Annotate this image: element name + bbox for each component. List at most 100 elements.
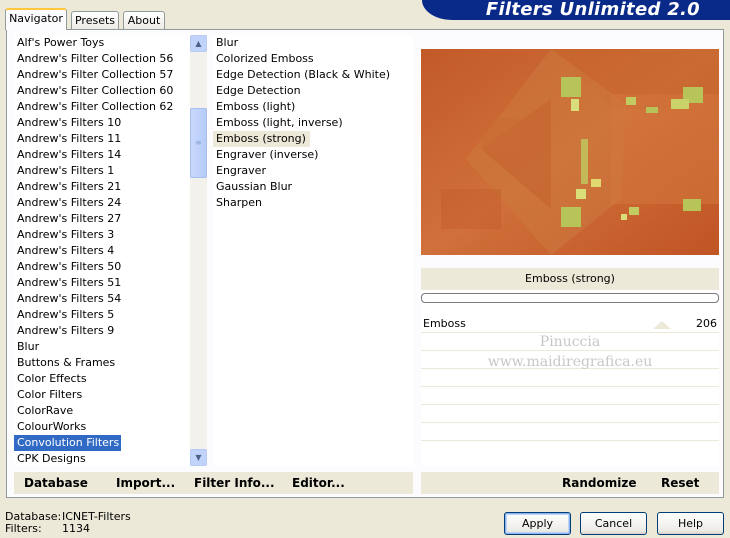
help-button-label: Help bbox=[677, 517, 704, 530]
scroll-thumb[interactable]: ≡ bbox=[190, 108, 207, 178]
filter-control-area: Emboss (strong) Emboss 206 Pinuccia www.… bbox=[421, 268, 719, 466]
category-item[interactable]: Andrew's Filters 21 bbox=[14, 179, 190, 195]
filter-preview-image bbox=[421, 49, 719, 255]
filter-item[interactable]: Edge Detection (Black & White) bbox=[213, 67, 390, 83]
filter-item[interactable]: Emboss (light, inverse) bbox=[213, 115, 343, 131]
param-row bbox=[421, 369, 719, 387]
category-item[interactable]: Andrew's Filter Collection 62 bbox=[14, 99, 190, 115]
reset-button[interactable]: Reset bbox=[661, 476, 699, 490]
filters-count-value: 1134 bbox=[62, 522, 90, 535]
filters-count-label: Filters: bbox=[5, 522, 42, 535]
category-item[interactable]: ColourWorks bbox=[14, 419, 190, 435]
progress-bar bbox=[421, 293, 719, 303]
filter-row[interactable]: Engraver bbox=[213, 163, 413, 179]
database-button[interactable]: Database bbox=[24, 476, 88, 490]
category-list[interactable]: Alf's Power Toys Andrew's Filter Collecti… bbox=[14, 35, 190, 466]
category-scrollbar[interactable]: ▲ ≡ ▼ bbox=[190, 35, 207, 466]
preview-emboss-graphic bbox=[421, 49, 719, 255]
category-item[interactable]: Andrew's Filters 51 bbox=[14, 275, 190, 291]
editor-button-label: Editor... bbox=[292, 476, 345, 490]
category-item[interactable]: Andrew's Filters 27 bbox=[14, 211, 190, 227]
filter-list[interactable]: Blur Colorized Emboss Edge Detection (Blac… bbox=[213, 35, 413, 466]
category-item[interactable]: Andrew's Filters 3 bbox=[14, 227, 190, 243]
filter-row[interactable]: Blur bbox=[213, 35, 413, 51]
navigator-panel: Alf's Power Toys Andrew's Filter Collecti… bbox=[6, 29, 724, 498]
category-item[interactable]: Convolution Filters bbox=[14, 435, 122, 451]
filter-row[interactable]: Emboss (light) bbox=[213, 99, 413, 115]
emboss-slider-row[interactable]: Emboss 206 bbox=[421, 315, 719, 333]
randomize-button[interactable]: Randomize bbox=[562, 476, 636, 490]
tab-presets-label: Presets bbox=[74, 14, 116, 27]
filter-row[interactable]: Sharpen bbox=[213, 195, 413, 211]
category-item[interactable]: CPK Designs bbox=[14, 451, 190, 466]
category-item[interactable]: Andrew's Filters 50 bbox=[14, 259, 190, 275]
filter-row[interactable]: Edge Detection (Black & White) bbox=[213, 67, 413, 83]
category-item[interactable]: Andrew's Filter Collection 60 bbox=[14, 83, 190, 99]
tab-navigator-label: Navigator bbox=[9, 12, 63, 25]
category-item[interactable]: Color Effects bbox=[14, 371, 190, 387]
apply-button[interactable]: Apply bbox=[504, 512, 571, 535]
category-item[interactable]: Andrew's Filters 4 bbox=[14, 243, 190, 259]
randomize-button-label: Randomize bbox=[562, 476, 637, 490]
filter-row[interactable]: Edge Detection bbox=[213, 83, 413, 99]
emboss-label: Emboss bbox=[423, 317, 466, 330]
param-row bbox=[421, 387, 719, 405]
watermark-line-1: Pinuccia bbox=[539, 334, 601, 350]
category-item[interactable]: Andrew's Filters 54 bbox=[14, 291, 190, 307]
filter-info-button-label: Filter Info... bbox=[194, 476, 275, 490]
category-item[interactable]: Andrew's Filter Collection 57 bbox=[14, 67, 190, 83]
category-item[interactable]: Andrew's Filters 14 bbox=[14, 147, 190, 163]
filter-row[interactable]: Emboss (light, inverse) bbox=[213, 115, 413, 131]
database-info: Database:ICNET-Filters Filters: 1134 bbox=[5, 511, 131, 535]
param-row bbox=[421, 423, 719, 441]
filter-row[interactable]: Colorized Emboss bbox=[213, 51, 413, 67]
scroll-down-icon[interactable]: ▼ bbox=[190, 449, 207, 466]
param-row bbox=[421, 405, 719, 423]
tab-presets[interactable]: Presets bbox=[71, 11, 119, 29]
category-item[interactable]: Andrew's Filters 10 bbox=[14, 115, 190, 131]
filter-row[interactable]: Gaussian Blur bbox=[213, 179, 413, 195]
category-item[interactable]: Andrew's Filters 9 bbox=[14, 323, 190, 339]
emboss-value[interactable]: 206 bbox=[696, 315, 717, 333]
left-button-bar: Database Import... Filter Info... Editor… bbox=[14, 472, 413, 494]
category-item[interactable]: Buttons & Frames bbox=[14, 355, 190, 371]
watermark: Pinuccia www.maidiregrafica.eu bbox=[421, 334, 719, 370]
category-item[interactable]: Andrew's Filters 11 bbox=[14, 131, 190, 147]
filter-item[interactable]: Sharpen bbox=[213, 195, 262, 211]
filter-row[interactable]: Emboss (strong) bbox=[213, 131, 413, 147]
database-button-label: Database bbox=[24, 476, 88, 490]
filter-item[interactable]: Emboss (light) bbox=[213, 99, 295, 115]
filter-item[interactable]: Engraver (inverse) bbox=[213, 147, 318, 163]
scroll-up-icon[interactable]: ▲ bbox=[190, 35, 207, 52]
import-button-label: Import... bbox=[116, 476, 176, 490]
cancel-button[interactable]: Cancel bbox=[580, 512, 647, 535]
help-button[interactable]: Help bbox=[657, 512, 724, 535]
category-item[interactable]: Blur bbox=[14, 339, 190, 355]
title-banner-text: Filters Unlimited 2.0 bbox=[485, 0, 700, 20]
filter-item[interactable]: Gaussian Blur bbox=[213, 179, 292, 195]
filter-item[interactable]: Engraver bbox=[213, 163, 266, 179]
right-button-bar: Randomize Reset bbox=[421, 472, 719, 494]
editor-button[interactable]: Editor... bbox=[292, 476, 345, 490]
category-item[interactable]: ColorRave bbox=[14, 403, 190, 419]
cancel-button-label: Cancel bbox=[594, 517, 633, 530]
category-item[interactable]: Andrew's Filters 1 bbox=[14, 163, 190, 179]
filter-row[interactable]: Engraver (inverse) bbox=[213, 147, 413, 163]
import-button[interactable]: Import... bbox=[116, 476, 175, 490]
category-item[interactable]: Andrew's Filter Collection 56 bbox=[14, 51, 190, 67]
filter-item[interactable]: Colorized Emboss bbox=[213, 51, 314, 67]
watermark-line-2: www.maidiregrafica.eu bbox=[487, 354, 653, 370]
filter-info-button[interactable]: Filter Info... bbox=[194, 476, 275, 490]
filter-item[interactable]: Edge Detection bbox=[213, 83, 301, 99]
filter-item[interactable]: Blur bbox=[213, 35, 238, 51]
category-item[interactable]: Andrew's Filters 5 bbox=[14, 307, 190, 323]
reset-button-label: Reset bbox=[661, 476, 700, 490]
category-item[interactable]: Color Filters bbox=[14, 387, 190, 403]
tab-about-label: About bbox=[127, 14, 161, 27]
tab-navigator[interactable]: Navigator bbox=[5, 8, 67, 30]
filter-title: Emboss (strong) bbox=[421, 268, 719, 290]
category-item[interactable]: Alf's Power Toys bbox=[14, 35, 190, 51]
tab-about[interactable]: About bbox=[123, 11, 165, 29]
filter-item[interactable]: Emboss (strong) bbox=[213, 131, 310, 147]
category-item[interactable]: Andrew's Filters 24 bbox=[14, 195, 190, 211]
